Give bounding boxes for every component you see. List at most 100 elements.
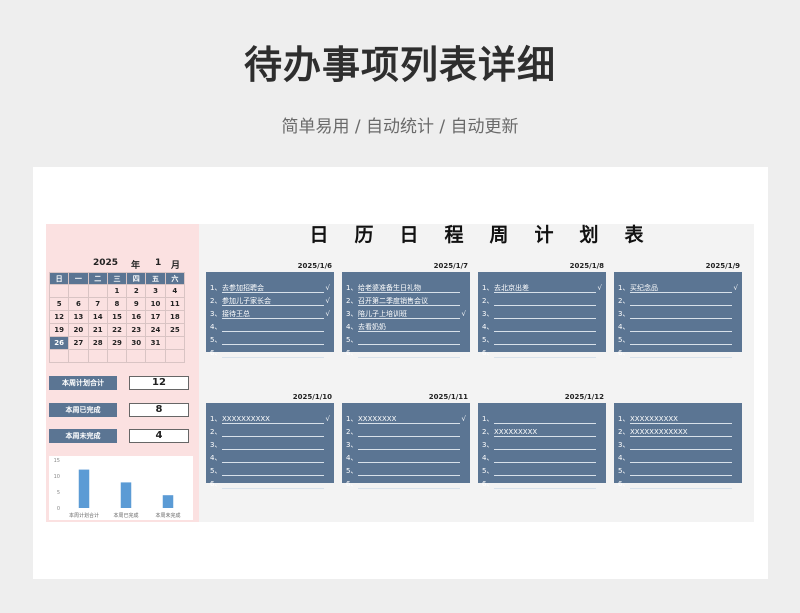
task-done-check[interactable]: √ — [598, 282, 602, 294]
task-item[interactable]: 1、 买纪念品 √ — [618, 282, 738, 295]
task-item[interactable]: 5、 — [346, 465, 466, 478]
task-item[interactable]: 6、 — [618, 347, 738, 360]
calendar-day[interactable] — [106, 349, 128, 363]
calendar-day[interactable]: 23 — [126, 323, 147, 337]
task-text[interactable] — [358, 334, 460, 345]
task-item[interactable]: 4、 — [618, 452, 738, 465]
task-text[interactable]: 接待王总 — [222, 308, 324, 319]
calendar-day[interactable] — [164, 349, 186, 363]
calendar-day[interactable]: 1 — [106, 284, 128, 298]
calendar-day[interactable] — [68, 284, 89, 298]
calendar-day[interactable] — [164, 336, 186, 350]
task-item[interactable]: 6、 — [618, 478, 738, 491]
calendar-day[interactable]: 15 — [106, 310, 128, 324]
task-text[interactable] — [222, 334, 324, 345]
task-text[interactable]: 召开第二季度销售会议 — [358, 295, 460, 306]
task-text[interactable]: XXXXXXXXXX — [222, 413, 324, 424]
task-text[interactable]: 去看奶奶 — [358, 321, 460, 332]
task-text[interactable] — [630, 465, 732, 476]
task-text[interactable] — [494, 347, 596, 358]
task-item[interactable]: 5、 — [210, 465, 330, 478]
task-item[interactable]: 5、 — [210, 334, 330, 347]
task-text[interactable] — [222, 439, 324, 450]
calendar-day[interactable] — [87, 349, 108, 363]
calendar-day[interactable]: 14 — [87, 310, 108, 324]
task-item[interactable]: 5、 — [618, 334, 738, 347]
task-item[interactable]: 2、 召开第二季度销售会议 — [346, 295, 466, 308]
task-item[interactable]: 4、 — [482, 452, 602, 465]
task-item[interactable]: 1、 去北京出差 √ — [482, 282, 602, 295]
task-text[interactable] — [494, 413, 596, 424]
task-item[interactable]: 6、 — [210, 347, 330, 360]
task-item[interactable]: 4、 — [210, 452, 330, 465]
calendar-day[interactable]: 17 — [145, 310, 166, 324]
calendar-day[interactable] — [87, 284, 108, 298]
task-item[interactable]: 4、 — [618, 321, 738, 334]
calendar-day[interactable]: 21 — [87, 323, 108, 337]
task-item[interactable]: 3、 陪儿子上培训班 √ — [346, 308, 466, 321]
task-text[interactable] — [494, 308, 596, 319]
task-item[interactable]: 2、 参加儿子家长会 √ — [210, 295, 330, 308]
task-text[interactable] — [494, 478, 596, 489]
task-item[interactable]: 4、 — [210, 321, 330, 334]
task-text[interactable] — [222, 321, 324, 332]
task-item[interactable]: 3、 — [346, 439, 466, 452]
calendar-day[interactable] — [48, 349, 70, 363]
task-item[interactable]: 2、 — [618, 295, 738, 308]
calendar-day[interactable]: 26 — [48, 336, 70, 350]
task-item[interactable]: 6、 — [346, 347, 466, 360]
calendar-day[interactable]: 5 — [48, 297, 70, 311]
calendar-day[interactable]: 25 — [164, 323, 186, 337]
task-item[interactable]: 1、 — [482, 413, 602, 426]
calendar-day[interactable]: 20 — [68, 323, 89, 337]
task-done-check[interactable]: √ — [326, 413, 330, 425]
task-item[interactable]: 3、 — [618, 308, 738, 321]
task-text[interactable]: XXXXXXXXXX — [630, 413, 732, 424]
calendar-day[interactable]: 10 — [145, 297, 166, 311]
task-text[interactable] — [358, 439, 460, 450]
calendar-day[interactable]: 7 — [87, 297, 108, 311]
task-text[interactable] — [630, 334, 732, 345]
task-text[interactable]: 买纪念品 — [630, 282, 732, 293]
task-text[interactable] — [494, 465, 596, 476]
calendar-day[interactable]: 28 — [87, 336, 108, 350]
task-text[interactable] — [358, 478, 460, 489]
calendar-day[interactable]: 13 — [68, 310, 89, 324]
calendar-day[interactable]: 9 — [126, 297, 147, 311]
calendar-day[interactable]: 11 — [164, 297, 186, 311]
task-text[interactable] — [630, 452, 732, 463]
task-text[interactable] — [630, 295, 732, 306]
task-text[interactable]: XXXXXXXXX — [494, 426, 596, 437]
task-text[interactable] — [358, 426, 460, 437]
task-item[interactable]: 3、 — [210, 439, 330, 452]
task-text[interactable]: XXXXXXXXXXXX — [630, 426, 732, 437]
task-text[interactable] — [494, 452, 596, 463]
task-text[interactable] — [358, 452, 460, 463]
calendar-day[interactable]: 31 — [145, 336, 166, 350]
task-item[interactable]: 6、 — [482, 478, 602, 491]
task-done-check[interactable]: √ — [734, 282, 738, 294]
calendar-day[interactable]: 27 — [68, 336, 89, 350]
calendar-day[interactable]: 30 — [126, 336, 147, 350]
task-text[interactable] — [222, 478, 324, 489]
task-item[interactable]: 2、 — [346, 426, 466, 439]
task-text[interactable] — [630, 347, 732, 358]
calendar-day[interactable]: 3 — [145, 284, 166, 298]
task-text[interactable] — [630, 321, 732, 332]
task-text[interactable]: 参加儿子家长会 — [222, 295, 324, 306]
task-text[interactable] — [222, 465, 324, 476]
calendar-day[interactable] — [145, 349, 166, 363]
task-text[interactable] — [222, 452, 324, 463]
task-text[interactable] — [222, 347, 324, 358]
calendar-day[interactable]: 6 — [68, 297, 89, 311]
calendar-day[interactable]: 22 — [106, 323, 128, 337]
calendar-day[interactable] — [48, 284, 70, 298]
task-done-check[interactable]: √ — [326, 282, 330, 294]
task-item[interactable]: 3、 接待王总 √ — [210, 308, 330, 321]
calendar-day[interactable]: 24 — [145, 323, 166, 337]
calendar-day[interactable]: 16 — [126, 310, 147, 324]
task-item[interactable]: 1、 去参加招聘会 √ — [210, 282, 330, 295]
calendar-day[interactable] — [68, 349, 89, 363]
task-text[interactable] — [358, 347, 460, 358]
task-item[interactable]: 6、 — [210, 478, 330, 491]
